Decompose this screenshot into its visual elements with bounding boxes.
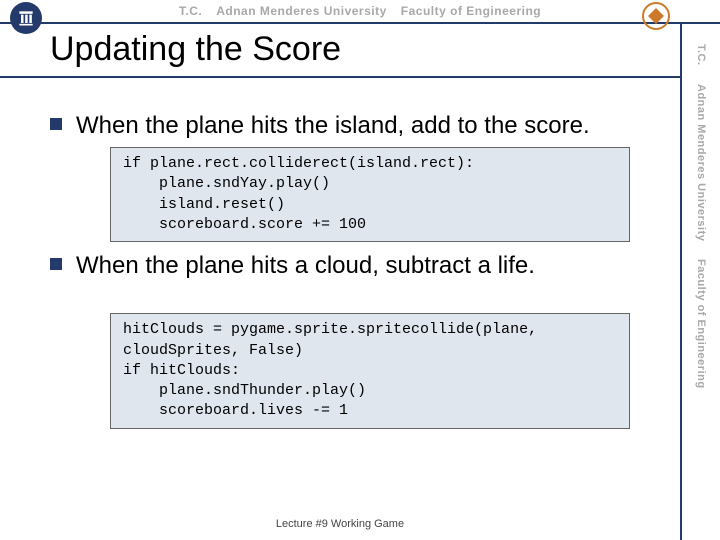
side-tc: T.C.: [695, 44, 707, 66]
bullet-item: When the plane hits the island, add to t…: [50, 110, 660, 141]
bullet-text-1: When the plane hits the island, add to t…: [76, 110, 590, 141]
bullet-text-2: When the plane hits a cloud, subtract a …: [76, 250, 535, 281]
bullet-item: When the plane hits a cloud, subtract a …: [50, 250, 660, 281]
header-university: Adnan Menderes University: [216, 4, 387, 18]
square-bullet-icon: [50, 118, 62, 130]
university-logo-icon: [10, 2, 42, 34]
spacer: [50, 287, 660, 307]
header-tc: T.C.: [179, 4, 202, 18]
header-faculty: Faculty of Engineering: [401, 4, 541, 18]
slide-content: When the plane hits the island, add to t…: [50, 110, 660, 437]
pillar-icon: [16, 8, 36, 28]
code-block-2: hitClouds = pygame.sprite.spritecollide(…: [110, 313, 630, 428]
diamond-icon: [648, 8, 664, 24]
square-bullet-icon: [50, 258, 62, 270]
side-band: T.C. Adnan Menderes University Faculty o…: [680, 24, 720, 540]
side-faculty: Faculty of Engineering: [695, 259, 707, 389]
faculty-seal-icon: [642, 2, 670, 30]
title-underline: [0, 76, 680, 78]
header-band: T.C. Adnan Menderes University Faculty o…: [0, 0, 720, 24]
slide-title: Updating the Score: [50, 30, 341, 69]
code-block-1: if plane.rect.colliderect(island.rect): …: [110, 147, 630, 242]
slide-footer: Lecture #9 Working Game: [0, 518, 680, 530]
side-university: Adnan Menderes University: [695, 84, 707, 241]
